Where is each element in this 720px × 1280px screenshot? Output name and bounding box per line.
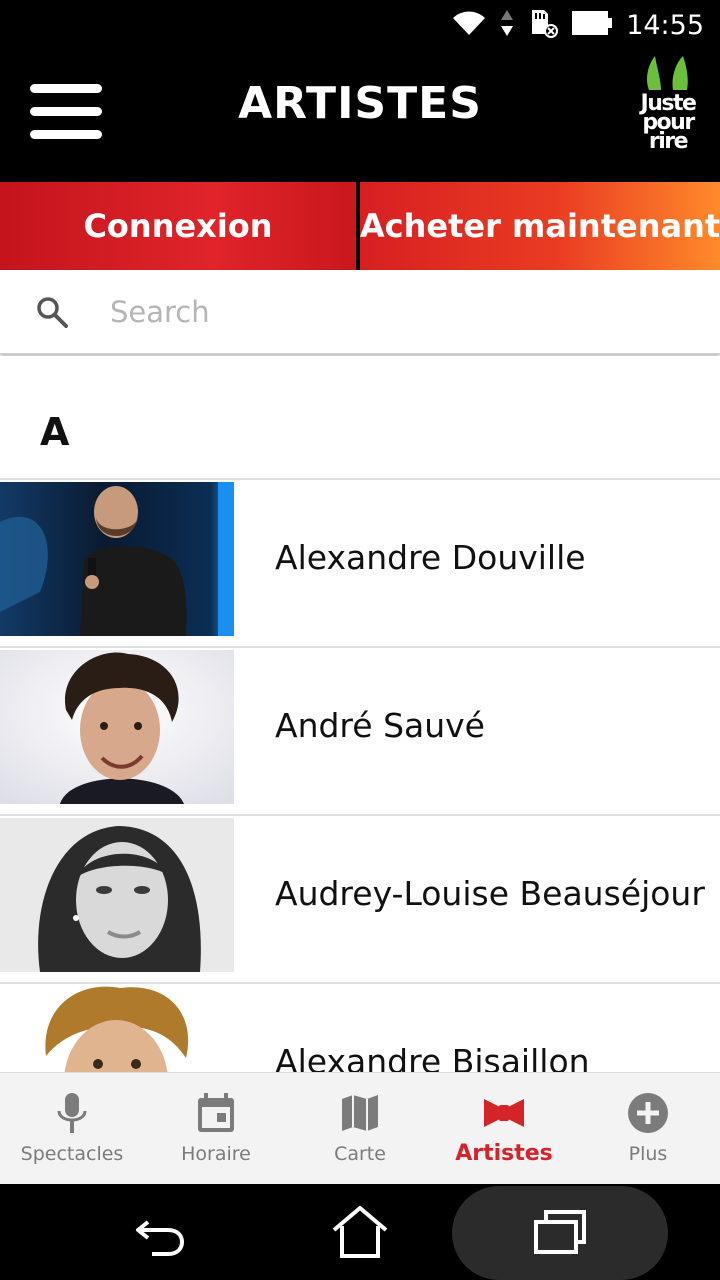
bottom-nav: Spectacles Horaire Carte Artistes Plus xyxy=(0,1072,720,1184)
buy-now-button[interactable]: Acheter maintenant xyxy=(360,182,720,270)
artist-row[interactable]: Audrey-Louise Beauséjour xyxy=(0,816,720,984)
recents-icon xyxy=(534,1210,586,1254)
home-icon xyxy=(332,1206,388,1258)
nav-carte[interactable]: Carte xyxy=(288,1073,432,1184)
wifi-icon xyxy=(452,9,486,41)
status-bar: 14:55 xyxy=(0,0,720,50)
artist-photo xyxy=(0,650,234,804)
nav-plus[interactable]: Plus xyxy=(576,1073,720,1184)
menu-button[interactable] xyxy=(30,84,104,140)
app-header: ARTISTES Juste pour rire xyxy=(0,50,720,182)
clock: 14:55 xyxy=(626,9,704,41)
bow-tie-icon xyxy=(484,1099,524,1127)
artist-row[interactable]: Alexandre Bisaillon xyxy=(0,984,720,1072)
artist-list[interactable]: A Alexandre Douville André Sauvé Audrey-… xyxy=(0,356,720,1072)
artist-row[interactable]: André Sauvé xyxy=(0,648,720,816)
sd-card-icon xyxy=(528,8,559,42)
artist-photo xyxy=(0,818,234,972)
plus-circle-icon xyxy=(628,1093,668,1133)
search-icon xyxy=(37,297,68,328)
section-header-letter: A xyxy=(0,356,720,480)
search-input[interactable] xyxy=(110,288,690,336)
back-button[interactable] xyxy=(128,1200,192,1264)
microphone-icon xyxy=(57,1093,87,1133)
login-button[interactable]: Connexion xyxy=(0,182,356,270)
page-title: ARTISTES xyxy=(238,78,482,129)
system-navigation-bar xyxy=(0,1184,720,1280)
action-buttons: Connexion Acheter maintenant xyxy=(0,182,720,270)
battery-icon xyxy=(572,9,613,41)
artist-photo xyxy=(0,482,234,636)
artist-name: André Sauvé xyxy=(275,706,485,745)
artist-name: Alexandre Bisaillon xyxy=(275,1042,590,1072)
logo-text: Juste pour rire xyxy=(640,91,697,154)
recents-button[interactable] xyxy=(528,1200,592,1264)
nav-horaire[interactable]: Horaire xyxy=(144,1073,288,1184)
artist-name: Alexandre Douville xyxy=(275,538,586,577)
status-icons: 14:55 xyxy=(452,8,704,42)
artist-name: Audrey-Louise Beauséjour xyxy=(275,874,705,913)
hamburger-icon xyxy=(30,84,102,93)
brand-logo[interactable]: Juste pour rire xyxy=(634,54,702,162)
map-icon xyxy=(342,1095,378,1131)
artist-row[interactable]: Alexandre Douville xyxy=(0,480,720,648)
calendar-icon xyxy=(198,1093,234,1132)
search-bar xyxy=(0,270,720,354)
logo-leaves-icon xyxy=(647,56,688,90)
artist-photo xyxy=(0,986,234,1072)
back-icon xyxy=(136,1220,185,1256)
nav-spectacles[interactable]: Spectacles xyxy=(0,1073,144,1184)
home-button[interactable] xyxy=(328,1200,392,1264)
nav-artistes[interactable]: Artistes xyxy=(432,1073,576,1184)
data-arrows-icon xyxy=(500,8,514,42)
